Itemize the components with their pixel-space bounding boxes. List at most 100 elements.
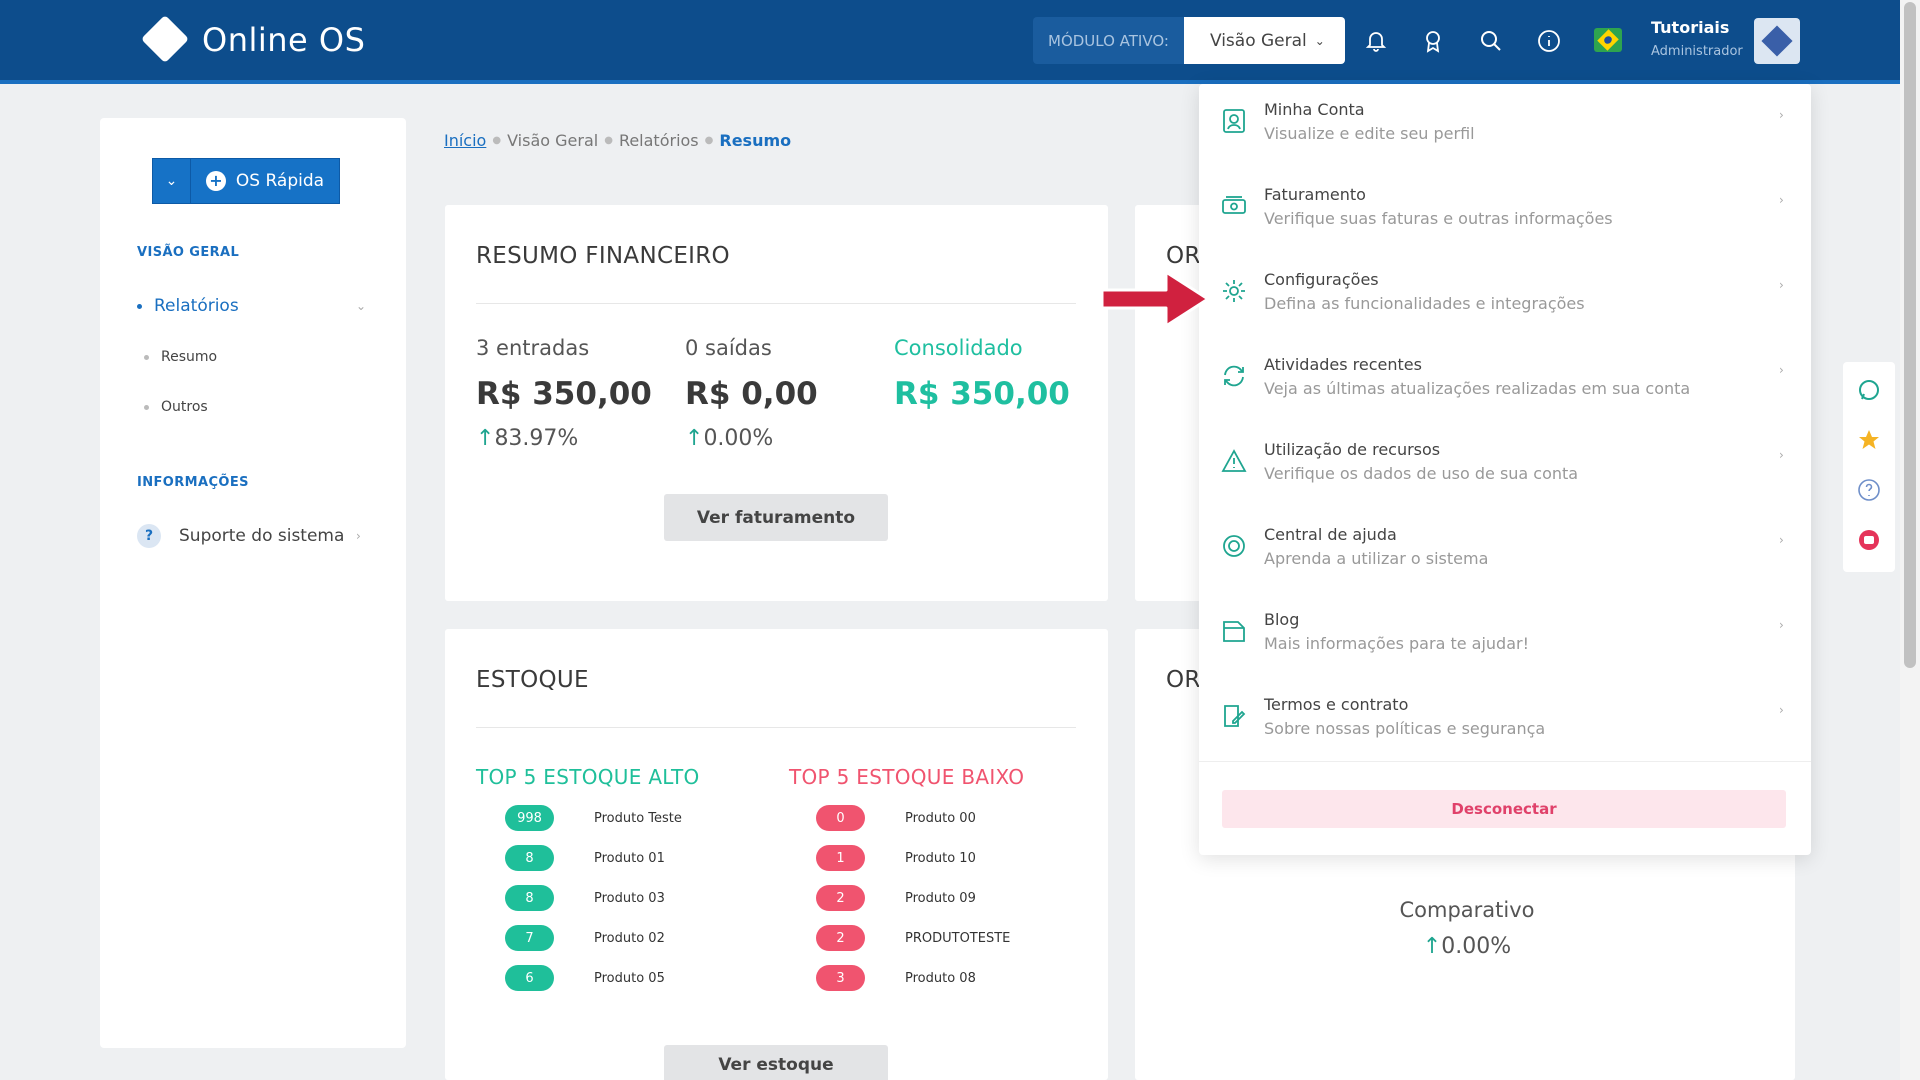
account-dropdown-menu: Minha Conta Visualize e edite seu perfil… — [1199, 84, 1811, 855]
ver-estoque-button[interactable]: Ver estoque — [664, 1045, 888, 1080]
menu-item-subtitle: Aprenda a utilizar o sistema — [1264, 549, 1489, 568]
product-name: Produto 09 — [905, 890, 976, 906]
bell-icon[interactable] — [1361, 26, 1391, 56]
help-icon[interactable] — [1857, 478, 1881, 502]
star-icon[interactable] — [1857, 428, 1881, 452]
chevron-right-icon: › — [356, 529, 361, 543]
top-stock-high-title: TOP 5 ESTOQUE ALTO — [476, 765, 700, 789]
chevron-down-icon: ⌄ — [1314, 33, 1325, 48]
logo-diamond-icon — [140, 14, 192, 64]
divider — [476, 303, 1076, 304]
search-icon[interactable] — [1476, 26, 1506, 56]
sidebar-item-label: Suporte do sistema — [179, 526, 345, 546]
stock-card: ESTOQUE TOP 5 ESTOQUE ALTO TOP 5 ESTOQUE… — [445, 629, 1108, 1080]
os-rapida-main[interactable]: + OS Rápida — [191, 159, 339, 203]
logout-button[interactable]: Desconectar — [1222, 790, 1786, 828]
top-navbar: Online OS MÓDULO ATIVO: Visão Geral ⌄ Tu… — [0, 0, 1900, 84]
info-icon[interactable] — [1534, 26, 1564, 56]
active-module-selector[interactable]: MÓDULO ATIVO: Visão Geral ⌄ — [1033, 17, 1345, 64]
fin-pct-value: 83.97% — [494, 426, 579, 451]
breadcrumb-resumo: Resumo — [719, 131, 792, 150]
sidebar-item-label: Relatórios — [154, 296, 239, 316]
menu-item-central-ajuda[interactable]: Central de ajuda Aprenda a utilizar o si… — [1199, 509, 1811, 589]
menu-item-subtitle: Defina as funcionalidades e integrações — [1264, 294, 1585, 313]
sidebar-item-relatorios[interactable]: Relatórios — [137, 296, 239, 316]
comparativo-label: Comparativo — [1399, 898, 1535, 922]
chevron-right-icon: › — [1779, 703, 1784, 717]
ver-faturamento-button[interactable]: Ver faturamento — [664, 494, 888, 541]
product-name: Produto 02 — [594, 930, 665, 946]
financial-summary-card: RESUMO FINANCEIRO 3 entradas R$ 350,00 ↑… — [445, 205, 1108, 601]
comparativo-pct-value: 0.00% — [1441, 934, 1512, 959]
warning-icon — [1221, 448, 1247, 474]
breadcrumb-visao-geral[interactable]: Visão Geral — [507, 131, 598, 150]
refresh-icon — [1221, 363, 1247, 389]
product-name: Produto 08 — [905, 970, 976, 986]
menu-item-title: Blog — [1264, 610, 1300, 629]
breadcrumb-inicio[interactable]: Início — [444, 131, 486, 150]
chevron-right-icon: › — [1779, 618, 1784, 632]
whatsapp-icon[interactable] — [1857, 378, 1881, 402]
menu-item-title: Termos e contrato — [1264, 695, 1409, 714]
menu-item-faturamento[interactable]: Faturamento Verifique suas faturas e out… — [1199, 169, 1811, 249]
fin-value: R$ 350,00 — [476, 376, 652, 412]
menu-item-subtitle: Sobre nossas políticas e segurança — [1264, 719, 1546, 738]
menu-item-blog[interactable]: Blog Mais informações para te ajudar! › — [1199, 594, 1811, 674]
list-item: 1 Produto 10 — [816, 845, 976, 871]
section-heading-informacoes: INFORMAÇÕES — [137, 475, 249, 490]
os-rapida-button[interactable]: ⌄ + OS Rápida — [152, 158, 340, 204]
sidebar-item-outros[interactable]: Outros — [144, 399, 208, 415]
menu-item-title: Configurações — [1264, 270, 1379, 289]
qty-badge: 7 — [505, 925, 554, 951]
fin-pct: ↑0.00% — [685, 426, 818, 451]
chevron-down-icon[interactable]: ⌄ — [153, 159, 191, 203]
list-item: 3 Produto 08 — [816, 965, 976, 991]
sidebar-item-resumo[interactable]: Resumo — [144, 349, 217, 365]
menu-item-title: Utilização de recursos — [1264, 440, 1441, 459]
list-item: 8 Produto 01 — [505, 845, 665, 871]
plus-circle-icon: + — [205, 171, 226, 191]
sidebar: ⌄ + OS Rápida VISÃO GERAL Relatórios ⌄ R… — [100, 118, 406, 1048]
scrollbar-thumb[interactable] — [1904, 2, 1916, 668]
profile-icon — [1221, 108, 1247, 134]
qty-badge: 1 — [816, 845, 865, 871]
top-stock-low-title: TOP 5 ESTOQUE BAIXO — [789, 765, 1025, 789]
menu-item-minha-conta[interactable]: Minha Conta Visualize e edite seu perfil… — [1199, 84, 1811, 164]
badge-icon[interactable] — [1418, 26, 1448, 56]
product-name: Produto 03 — [594, 890, 665, 906]
list-item: 6 Produto 05 — [505, 965, 665, 991]
list-item: 0 Produto 00 — [816, 805, 976, 831]
breadcrumb-separator: ● — [604, 135, 613, 146]
menu-item-termos-contrato[interactable]: Termos e contrato Sobre nossas políticas… — [1199, 679, 1811, 759]
chevron-right-icon: › — [1779, 108, 1784, 122]
card-title: RESUMO FINANCEIRO — [476, 243, 730, 269]
section-heading-visao-geral: VISÃO GERAL — [137, 245, 240, 260]
brazil-flag-icon[interactable] — [1594, 28, 1622, 52]
divider — [476, 727, 1076, 728]
chevron-right-icon: › — [1779, 448, 1784, 462]
breadcrumb: Início ● Visão Geral ● Relatórios ● Resu… — [444, 131, 791, 150]
menu-item-title: Central de ajuda — [1264, 525, 1397, 544]
list-item: 998 Produto Teste — [505, 805, 682, 831]
fin-label: 0 saídas — [685, 336, 772, 360]
menu-item-atividades-recentes[interactable]: Atividades recentes Veja as últimas atua… — [1199, 339, 1811, 419]
active-module-dropdown[interactable]: Visão Geral ⌄ — [1183, 17, 1345, 64]
sidebar-item-suporte[interactable]: ? Suporte do sistema — [137, 524, 344, 548]
list-item: 8 Produto 03 — [505, 885, 665, 911]
menu-item-utilizacao-recursos[interactable]: Utilização de recursos Verifique os dado… — [1199, 424, 1811, 504]
breadcrumb-separator: ● — [492, 135, 502, 146]
product-name: Produto 01 — [594, 850, 665, 866]
avatar[interactable] — [1754, 18, 1800, 64]
chevron-down-icon[interactable]: ⌄ — [356, 299, 366, 313]
card-title: OR — [1166, 243, 1201, 269]
user-name[interactable]: Tutoriais — [1651, 18, 1729, 37]
youtube-icon[interactable] — [1857, 528, 1881, 552]
fin-label: Consolidado — [894, 336, 1023, 360]
arrow-up-icon: ↑ — [1422, 934, 1442, 959]
breadcrumb-relatorios[interactable]: Relatórios — [619, 131, 699, 150]
scrollbar[interactable] — [1900, 0, 1920, 1080]
qty-badge: 8 — [505, 845, 554, 871]
logo[interactable]: Online OS — [140, 14, 365, 64]
chevron-right-icon: › — [1779, 278, 1784, 292]
menu-item-configuracoes[interactable]: Configurações Defina as funcionalidades … — [1199, 254, 1811, 334]
